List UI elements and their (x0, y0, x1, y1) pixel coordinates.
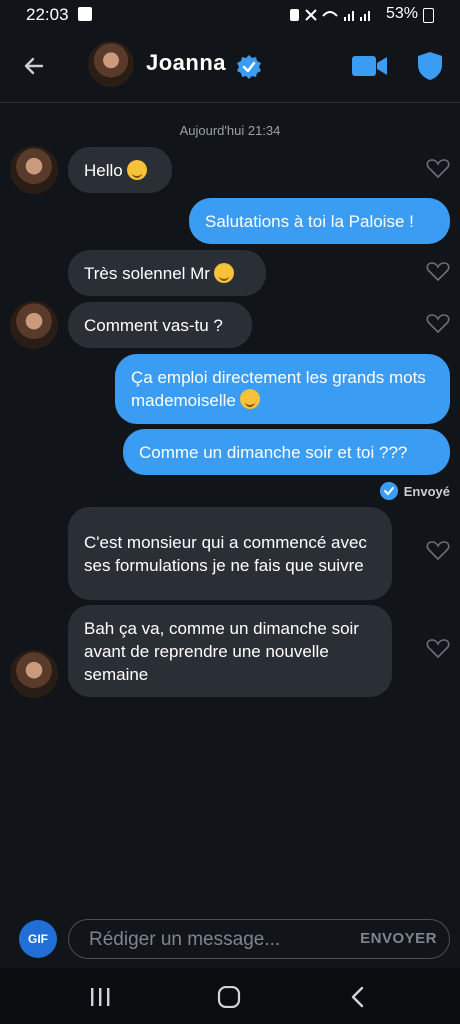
heart-icon[interactable] (426, 157, 450, 179)
signal-icons (290, 9, 370, 21)
heart-icon[interactable] (426, 539, 450, 561)
notification-icon (78, 7, 92, 21)
message-text: Très solennel Mr (84, 263, 210, 283)
grin-sweat-emoji-icon (213, 263, 234, 283)
contact-avatar[interactable] (88, 41, 134, 87)
message-composer: ENVOYER (68, 919, 450, 959)
message-text: C'est monsieur qui a commencé avec ses f… (84, 532, 367, 575)
shield-icon[interactable] (416, 51, 444, 81)
message-outgoing[interactable]: Ça emploi directement les grands mots ma… (115, 354, 450, 424)
sent-status: Envoyé (379, 482, 450, 500)
status-time: 22:03 (26, 5, 69, 24)
rofl-emoji-icon (239, 389, 260, 409)
message-text-body: Ça emploi directement les grands mots ma… (131, 368, 426, 410)
message-outgoing[interactable]: Salutations à toi la Paloise ! (189, 198, 450, 244)
message-input[interactable] (87, 926, 341, 954)
contact-name[interactable]: Joanna (146, 50, 226, 76)
back-icon[interactable] (347, 986, 371, 1008)
video-call-icon[interactable] (352, 54, 388, 78)
chat-header: Joanna (0, 30, 460, 103)
message-text: Comme un dimanche soir et toi ??? (139, 442, 408, 462)
message-incoming[interactable]: Bah ça va, comme un dimanche soir avant … (68, 605, 392, 697)
battery-level: 53% (386, 5, 419, 22)
home-icon[interactable] (217, 986, 241, 1008)
message-incoming[interactable]: Comment vas-tu ? (68, 302, 252, 348)
sent-status-label: Envoyé (403, 483, 450, 499)
contact-avatar-small[interactable] (10, 146, 58, 194)
message-text: Hello (84, 160, 123, 180)
message-incoming[interactable]: Hello (68, 147, 172, 193)
battery-icon (423, 8, 434, 23)
status-bar: 22:03 53% (0, 0, 460, 30)
message-text: Bah ça va, comme un dimanche soir avant … (84, 618, 359, 684)
sent-check-icon (379, 482, 398, 500)
heart-icon[interactable] (426, 312, 450, 334)
recent-apps-icon[interactable] (88, 986, 112, 1008)
contact-avatar-small[interactable] (10, 650, 58, 698)
contact-avatar-small[interactable] (10, 301, 58, 349)
date-separator: Aujourd'hui 21:34 (179, 123, 281, 138)
heart-icon[interactable] (426, 260, 450, 282)
gif-button[interactable]: GIF (19, 920, 57, 958)
message-incoming[interactable]: Très solennel Mr (68, 250, 266, 296)
message-text: Salutations à toi la Paloise ! (205, 211, 414, 231)
verified-badge-icon (237, 55, 261, 79)
back-arrow-icon[interactable] (20, 52, 48, 80)
send-button[interactable]: ENVOYER (360, 930, 437, 947)
message-text: Ça emploi directement les grands mots ma… (131, 366, 434, 412)
smile-emoji-icon (126, 160, 147, 180)
heart-icon[interactable] (426, 637, 450, 659)
message-text: Comment vas-tu ? (84, 315, 223, 335)
system-nav-bar (0, 968, 460, 1024)
message-outgoing[interactable]: Comme un dimanche soir et toi ??? (123, 429, 450, 475)
message-incoming[interactable]: C'est monsieur qui a commencé avec ses f… (68, 507, 392, 600)
